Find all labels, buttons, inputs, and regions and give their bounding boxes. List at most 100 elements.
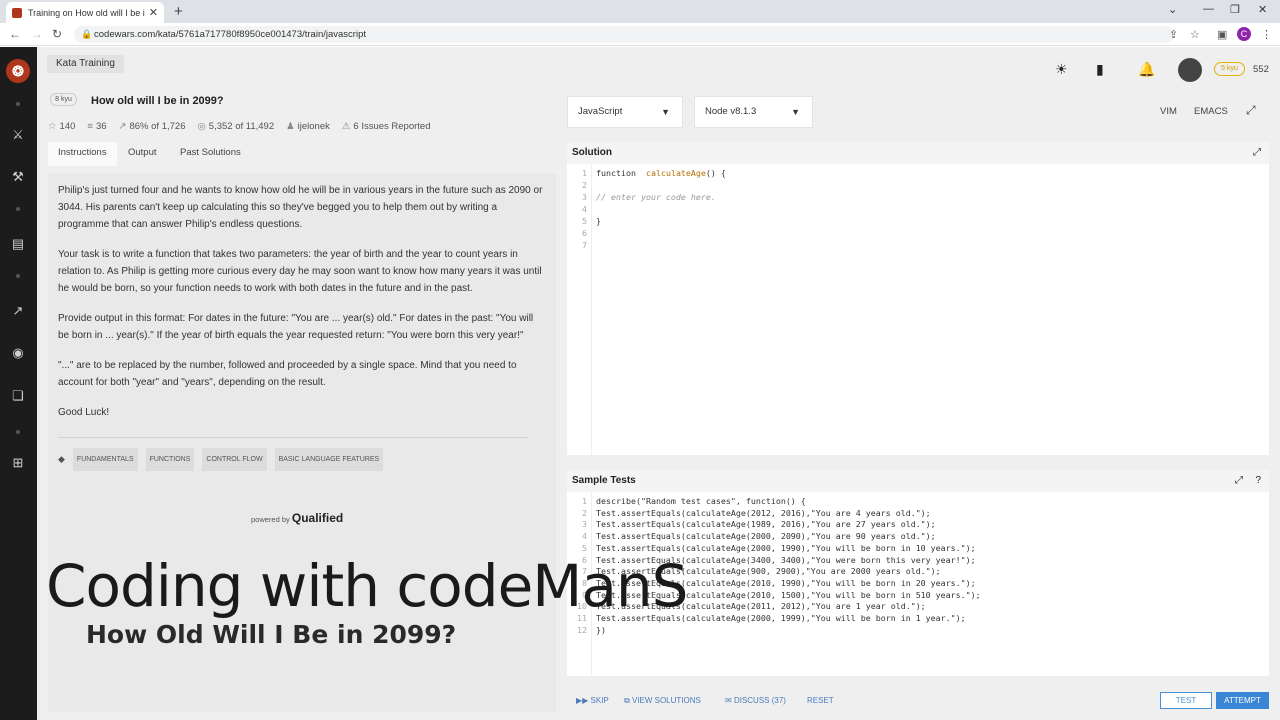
left-tabs: Instructions Output Past Solutions <box>48 142 556 166</box>
share-icon[interactable]: ⇪ <box>1169 28 1178 41</box>
training-icon[interactable]: ⚒ <box>9 169 27 185</box>
tab-search-icon[interactable]: ⌄ <box>1168 3 1177 16</box>
tab-output[interactable]: Output <box>118 142 167 166</box>
expand-icon[interactable]: ⤢ <box>1235 470 1243 492</box>
collections-stat[interactable]: ≡ 36 <box>87 121 106 132</box>
tag-basic-language-features[interactable]: BASIC LANGUAGE FEATURES <box>274 448 384 471</box>
address-bar: ← → ↻ 🔒 codewars.com/kata/5761a717780f89… <box>0 23 1280 46</box>
tab-title: Training on How old will I be in 2 <box>28 7 145 18</box>
sample-tests-header: Sample Tests ⤢ ? <box>567 470 1269 492</box>
skip-label: SKIP <box>590 696 609 705</box>
kyu-badge: 8 kyu <box>50 93 77 106</box>
bookmark-star-icon[interactable]: ☆ <box>1190 28 1200 41</box>
qualified-logo: Qualified <box>291 511 344 525</box>
line-number: 5 <box>582 216 587 226</box>
rail-dot <box>16 102 20 106</box>
target-icon: ◎ <box>197 121 206 132</box>
bookmark-icon[interactable]: ▮ <box>1096 61 1104 78</box>
stars-stat[interactable]: ☆ 140 <box>48 121 75 132</box>
tag-icon: ◆ <box>58 454 65 464</box>
trending-icon[interactable]: ↗ <box>9 303 27 319</box>
docs-book-icon[interactable]: ⊞ <box>9 455 27 471</box>
expand-icon[interactable]: ⤢ <box>1253 142 1261 164</box>
solution-editor[interactable]: 1 2 3 4 5 6 7 function calculateAge() { … <box>567 164 1269 455</box>
url-input[interactable]: 🔒 codewars.com/kata/5761a717780f8950ce00… <box>74 26 1174 43</box>
completed-stat: ◎ 5,352 of 11,492 <box>197 121 274 132</box>
tag-control-flow[interactable]: CONTROL FLOW <box>202 448 267 471</box>
version-select[interactable]: Node v8.1.3 ▼ <box>694 96 813 128</box>
issues-stat[interactable]: ⚠ 6 Issues Reported <box>342 121 431 132</box>
codewars-favicon-icon <box>12 7 22 18</box>
code-line: function calculateAge() { <box>596 168 726 178</box>
menu-dots-icon[interactable]: ⋮ <box>1261 28 1272 41</box>
view-solutions-label: VIEW SOLUTIONS <box>631 696 701 705</box>
description-paragraph: Your task is to write a function that ta… <box>58 249 542 294</box>
fullscreen-icon[interactable]: ⤢ <box>1246 103 1256 118</box>
discuss-icon: ✉ <box>725 696 734 705</box>
codewars-logo-icon[interactable]: ❂ <box>6 59 30 83</box>
test-code-line: Test.assertEquals(calculateAge(2012, 201… <box>596 507 931 518</box>
browser-profile-avatar[interactable]: C <box>1237 27 1251 41</box>
view-solutions-button[interactable]: ⧉ VIEW SOLUTIONS <box>624 693 701 709</box>
new-tab-icon[interactable]: + <box>174 3 183 20</box>
vim-mode-button[interactable]: VIM <box>1160 106 1177 117</box>
version-value: Node v8.1.3 <box>705 106 757 117</box>
warning-icon: ⚠ <box>341 121 351 132</box>
rail-dot <box>16 274 20 278</box>
browser-tab[interactable]: Training on How old will I be in 2 ✕ <box>6 2 164 23</box>
forward-icon[interactable]: → <box>31 27 43 41</box>
discuss-label: DISCUSS (37) <box>733 696 786 705</box>
line-number: 1 <box>582 496 587 506</box>
rank-badge: 5 kyu <box>1214 62 1245 76</box>
emacs-mode-button[interactable]: EMACS <box>1194 106 1228 117</box>
tag-fundamentals[interactable]: FUNDAMENTALS <box>72 448 138 471</box>
test-button[interactable]: TEST <box>1160 692 1212 709</box>
discuss-button[interactable]: ✉ DISCUSS (37) <box>725 693 786 709</box>
powered-by-text: powered by <box>251 515 290 524</box>
chat-icon[interactable]: ❏ <box>9 388 27 404</box>
tab-past-solutions[interactable]: Past Solutions <box>170 142 251 166</box>
reload-icon[interactable]: ↻ <box>52 27 62 41</box>
user-avatar[interactable] <box>1178 58 1202 82</box>
satisfaction-stat: ↗ 86% of 1,726 <box>119 121 186 132</box>
sample-tests-label: Sample Tests <box>572 475 636 486</box>
overlay-subtitle: How Old Will I Be in 2099? <box>86 620 457 649</box>
notifications-bell-icon[interactable]: 🔔 <box>1138 61 1155 78</box>
theme-toggle-icon[interactable]: ☀ <box>1055 61 1068 78</box>
page-title: Kata Training <box>47 55 124 73</box>
close-tab-icon[interactable]: ✕ <box>149 6 158 19</box>
tag-functions[interactable]: FUNCTIONS <box>145 448 195 471</box>
browser-tab-bar: Training on How old will I be in 2 ✕ + ⌄… <box>0 0 1280 23</box>
powered-by[interactable]: powered by Qualified <box>251 510 343 528</box>
author-stat[interactable]: ♟ ijelonek <box>286 121 330 132</box>
url-text: codewars.com/kata/5761a717780f8950ce0014… <box>94 29 366 40</box>
issues-count: 6 Issues Reported <box>353 121 431 132</box>
help-icon[interactable]: ? <box>1255 470 1261 492</box>
description-paragraph: Philip's just turned four and he wants t… <box>58 185 543 230</box>
line-number: 6 <box>582 228 587 238</box>
keyword-function: function <box>596 168 636 178</box>
sidepanel-icon[interactable]: ▣ <box>1217 28 1227 41</box>
description-paragraph: Good Luck! <box>58 407 110 418</box>
back-icon[interactable]: ← <box>9 27 21 41</box>
tag-list: ◆ FUNDAMENTALS FUNCTIONS CONTROL FLOW BA… <box>58 448 546 471</box>
restore-icon[interactable]: ❐ <box>1230 3 1240 16</box>
kata-stats: ☆ 140 ≡ 36 ↗ 86% of 1,726 ◎ 5,352 of 11,492 … <box>48 121 431 132</box>
collection-icon: ≡ <box>87 121 93 132</box>
lock-icon: 🔒 <box>81 29 93 39</box>
minimize-icon[interactable]: — <box>1203 3 1214 15</box>
discord-icon[interactable]: ◉ <box>9 345 27 361</box>
language-select[interactable]: JavaScript ▼ <box>567 96 683 128</box>
line-number: 4 <box>582 531 587 542</box>
line-number: 12 <box>577 624 587 635</box>
attempt-button[interactable]: ATTEMPT <box>1216 692 1269 709</box>
practice-icon[interactable]: ⚔ <box>9 127 27 143</box>
satisfaction-icon: ↗ <box>118 121 127 132</box>
star-icon: ☆ <box>48 121 57 132</box>
function-name: calculateAge <box>645 168 706 178</box>
briefcase-icon[interactable]: ▤ <box>9 236 27 252</box>
skip-button[interactable]: ▶▶ SKIP <box>576 693 609 709</box>
reset-button[interactable]: RESET <box>807 693 834 709</box>
tab-instructions[interactable]: Instructions <box>48 142 117 166</box>
close-window-icon[interactable]: ✕ <box>1258 3 1267 16</box>
